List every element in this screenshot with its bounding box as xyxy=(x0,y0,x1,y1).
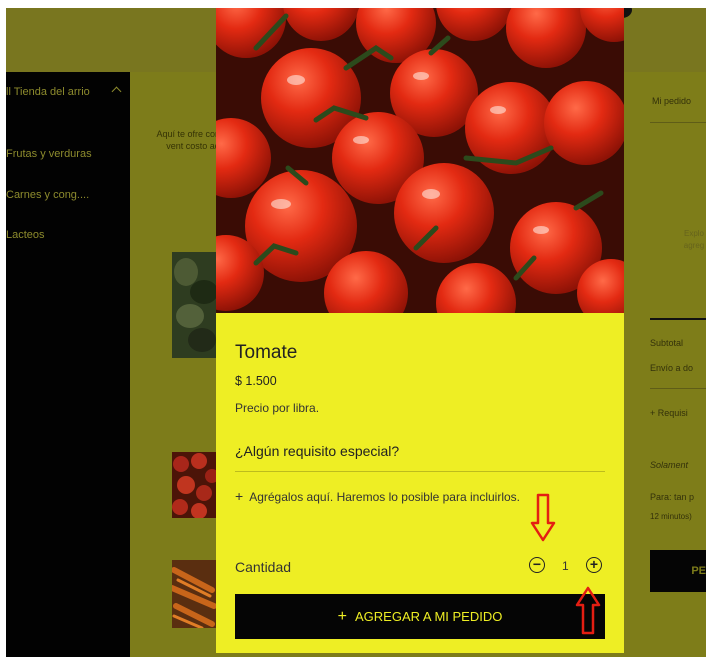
sidebar-item-carnes[interactable]: Carnes y cong.... xyxy=(6,189,89,201)
product-details: Tomate $ 1.500 Precio por libra. ¿Algún … xyxy=(216,313,624,653)
chevron-up-icon[interactable] xyxy=(111,86,122,97)
minus-circle-icon[interactable]: − xyxy=(529,557,545,573)
special-request-heading: ¿Algún requisito especial? xyxy=(235,443,400,459)
shipping-label: Envío a do xyxy=(650,363,694,373)
delivery-note: Solament xyxy=(650,460,689,470)
product-price: $ 1.500 xyxy=(235,374,277,388)
product-thumbnail[interactable] xyxy=(172,452,216,518)
product-image xyxy=(216,8,624,313)
product-thumbnail[interactable] xyxy=(172,252,216,358)
add-to-order-button[interactable]: + AGREGAR A MI PEDIDO xyxy=(235,594,605,639)
sidebar: ll Tienda del arrio Frutas y verduras Ca… xyxy=(6,72,130,657)
divider xyxy=(650,318,706,320)
order-panel: Mi pedido Explo agreg Subtotal Envío a d… xyxy=(630,72,706,657)
quantity-label: Cantidad xyxy=(235,559,292,575)
product-modal: Tomate $ 1.500 Precio por libra. ¿Algún … xyxy=(216,8,624,653)
empty-order-hint: Explo agreg xyxy=(683,229,705,250)
app-frame: ll Tienda del arrio Frutas y verduras Ca… xyxy=(6,8,706,657)
plus-circle-icon[interactable]: + xyxy=(586,557,602,573)
divider xyxy=(650,122,706,123)
plus-icon: + xyxy=(235,488,244,504)
quantity-value: 1 xyxy=(562,559,569,573)
divider xyxy=(235,471,605,472)
divider xyxy=(650,388,706,389)
sidebar-item-lacteos[interactable]: Lacteos xyxy=(6,229,45,241)
store-name: ll Tienda del arrio xyxy=(6,86,90,98)
product-title: Tomate xyxy=(235,342,298,363)
subtotal-label: Subtotal xyxy=(650,338,684,348)
price-unit-note: Precio por libra. xyxy=(235,401,320,415)
sidebar-item-frutas[interactable]: Frutas y verduras xyxy=(6,148,92,160)
delivery-time: Para: tan p xyxy=(650,492,695,502)
add-requirements-text: Agrégalos aquí. Haremos lo posible para … xyxy=(249,490,520,504)
delivery-minutes: 12 minutos) xyxy=(650,512,692,521)
sidebar-store-header[interactable]: ll Tienda del arrio xyxy=(6,84,124,101)
order-button-label: PE xyxy=(691,565,706,577)
plus-icon: + xyxy=(337,608,347,625)
order-panel-title: Mi pedido xyxy=(652,96,692,106)
add-to-order-label: AGREGAR A MI PEDIDO xyxy=(354,609,503,624)
order-button[interactable]: PE xyxy=(650,550,706,592)
requirements-link[interactable]: + Requisi xyxy=(650,408,688,418)
product-thumbnail[interactable] xyxy=(172,560,216,628)
add-requirements-link[interactable]: + Agrégalos aquí. Haremos lo posible para… xyxy=(235,488,520,504)
